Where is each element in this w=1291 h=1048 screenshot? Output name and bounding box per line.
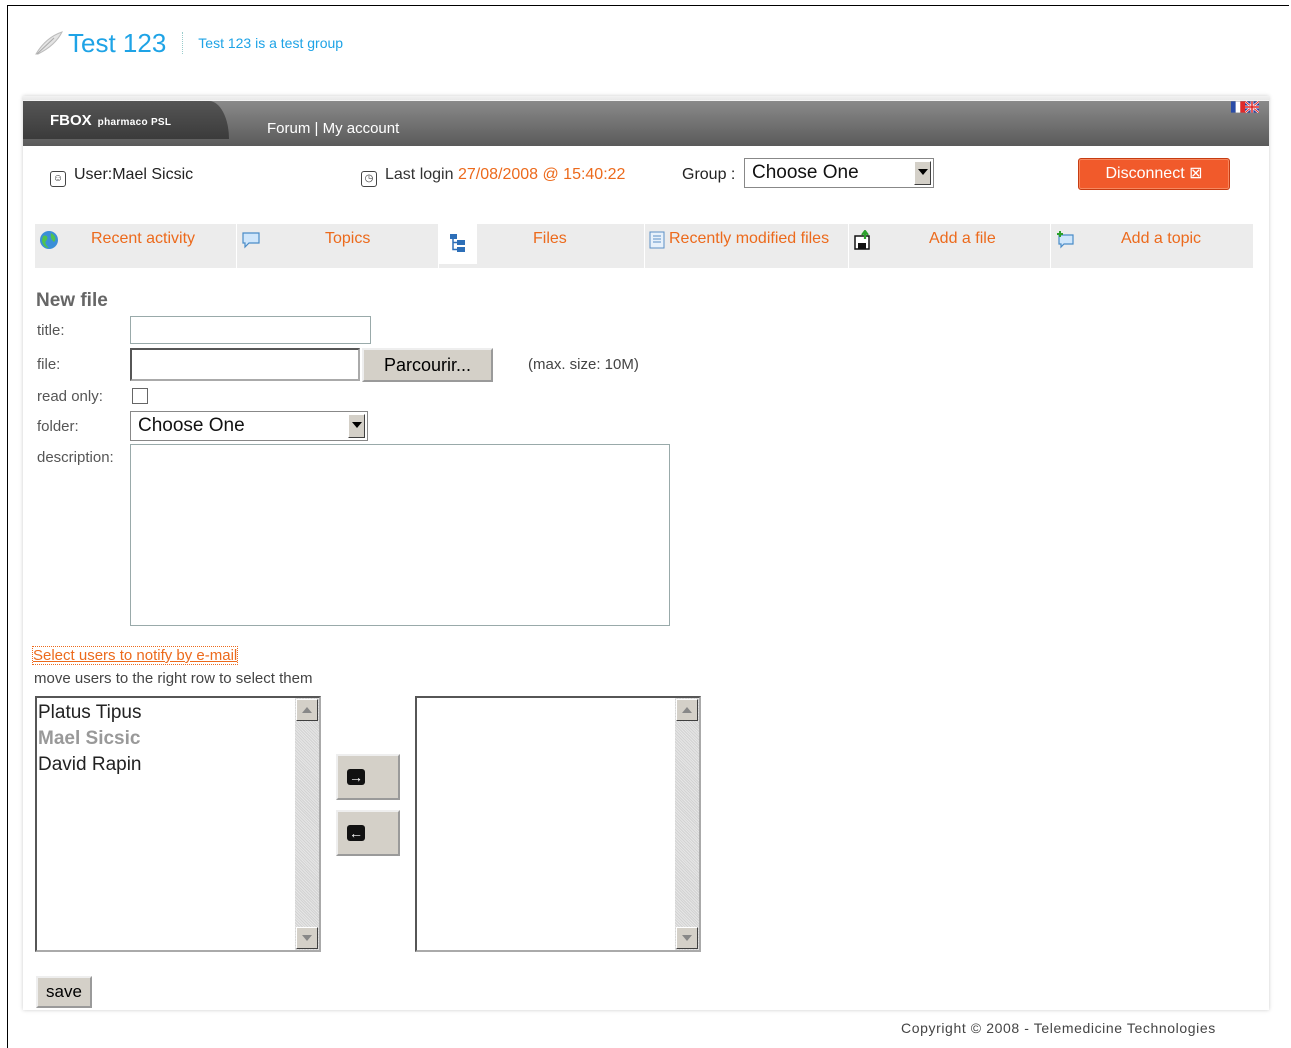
folder-select-value: Choose One bbox=[138, 415, 245, 436]
document-icon bbox=[649, 231, 665, 249]
file-label: file: bbox=[37, 356, 61, 373]
disconnect-button[interactable]: Disconnect ⊠ bbox=[1078, 158, 1230, 190]
folder-label: folder: bbox=[37, 418, 79, 435]
scroll-up-icon[interactable] bbox=[676, 699, 698, 721]
file-input[interactable] bbox=[130, 348, 360, 381]
arrow-left-icon: ← bbox=[347, 825, 365, 841]
upload-disk-icon bbox=[854, 230, 870, 250]
tab-label: Add a topic bbox=[1121, 230, 1202, 247]
divider bbox=[182, 32, 184, 54]
read-only-checkbox[interactable] bbox=[132, 388, 148, 404]
brand-sub: pharmaco PSL bbox=[97, 117, 172, 128]
tab-label: Add a file bbox=[929, 230, 996, 247]
max-size-note: (max. size: 10M) bbox=[528, 356, 639, 373]
move-right-button[interactable]: → bbox=[336, 754, 400, 800]
tab-recently-modified-files[interactable]: Recently modified files bbox=[645, 224, 849, 268]
user-icon: ☺ bbox=[50, 171, 66, 187]
top-nav[interactable]: Forum | My account bbox=[267, 120, 399, 137]
top-bar: FBOX pharmaco PSL Forum | My account bbox=[23, 96, 1269, 146]
language-flags bbox=[1231, 101, 1259, 113]
scrollbar[interactable] bbox=[675, 698, 699, 950]
scrollbar[interactable] bbox=[295, 698, 319, 950]
description-label: description: bbox=[37, 449, 114, 466]
tab-recent-activity[interactable]: Recent activity bbox=[35, 224, 237, 268]
feather-icon bbox=[35, 31, 63, 55]
available-users-list[interactable]: Platus Tipus Mael Sicsic David Rapin bbox=[35, 696, 321, 952]
list-item[interactable]: Mael Sicsic bbox=[38, 726, 293, 752]
arrow-right-icon: → bbox=[347, 769, 365, 785]
form-title: New file bbox=[36, 290, 108, 311]
chevron-down-icon[interactable] bbox=[348, 414, 365, 438]
main-panel: FBOX pharmaco PSL Forum | My account ☺ Use… bbox=[23, 96, 1269, 1010]
tab-add-a-topic[interactable]: Add a topic bbox=[1051, 224, 1253, 268]
last-login-date: 27/08/2008 @ 15:40:22 bbox=[457, 166, 626, 183]
group-title: Test 123 bbox=[68, 27, 167, 58]
scroll-down-icon[interactable] bbox=[676, 927, 698, 949]
tab-label: Recently modified files bbox=[669, 230, 830, 247]
user-name: User:Mael Sicsic bbox=[74, 166, 194, 183]
browse-button[interactable]: Parcourir... bbox=[362, 348, 493, 382]
english-flag-icon[interactable] bbox=[1245, 101, 1259, 113]
last-login-label: Last login bbox=[385, 166, 454, 183]
group-select-value: Choose One bbox=[752, 162, 859, 183]
selected-users-list[interactable] bbox=[415, 696, 701, 952]
folder-select[interactable]: Choose One bbox=[130, 411, 368, 441]
tab-topics[interactable]: Topics bbox=[237, 224, 439, 268]
french-flag-icon[interactable] bbox=[1231, 101, 1245, 113]
globe-icon bbox=[40, 231, 58, 249]
clock-icon: ◷ bbox=[361, 171, 377, 187]
group-label: Group : bbox=[668, 160, 754, 192]
group-select[interactable]: Choose One bbox=[744, 158, 934, 188]
description-textarea[interactable] bbox=[130, 444, 670, 626]
tab-add-a-file[interactable]: Add a file bbox=[849, 224, 1051, 268]
tab-label: Files bbox=[533, 230, 567, 247]
brand-name: FBOX bbox=[50, 112, 92, 129]
list-items: Platus Tipus Mael Sicsic David Rapin bbox=[37, 698, 293, 778]
tab-label: Recent activity bbox=[91, 230, 196, 247]
copyright: Copyright © 2008 - Telemedicine Technolo… bbox=[901, 1020, 1216, 1036]
notify-users-link[interactable]: Select users to notify by e-mail bbox=[31, 646, 239, 665]
user-info: ☺ User:Mael Sicsic bbox=[50, 166, 193, 187]
list-item[interactable]: Platus Tipus bbox=[38, 700, 293, 726]
folder-tree-icon bbox=[450, 234, 465, 252]
tab-label: Topics bbox=[325, 230, 371, 247]
save-button[interactable]: save bbox=[36, 976, 92, 1008]
group-subtitle: Test 123 is a test group bbox=[198, 35, 344, 51]
scroll-up-icon[interactable] bbox=[296, 699, 318, 721]
add-comment-icon bbox=[1057, 231, 1074, 249]
group-header: Test 123 Test 123 is a test group bbox=[34, 26, 343, 60]
scroll-down-icon[interactable] bbox=[296, 927, 318, 949]
chevron-down-icon[interactable] bbox=[914, 161, 931, 185]
tab-files[interactable]: Files bbox=[439, 224, 645, 268]
notify-hint: move users to the right row to select th… bbox=[34, 670, 313, 687]
title-label: title: bbox=[37, 322, 65, 339]
brand-logo: FBOX pharmaco PSL bbox=[50, 112, 171, 129]
last-login: ◷ Last login 27/08/2008 @ 15:40:22 bbox=[361, 166, 625, 187]
speech-bubble-icon bbox=[242, 232, 260, 249]
nav-tabs: Recent activity Topics Files Recently mo… bbox=[35, 224, 1253, 268]
title-input[interactable] bbox=[130, 316, 371, 344]
list-item[interactable]: David Rapin bbox=[38, 752, 293, 778]
read-only-label: read only: bbox=[37, 388, 103, 405]
move-left-button[interactable]: ← bbox=[336, 810, 400, 856]
